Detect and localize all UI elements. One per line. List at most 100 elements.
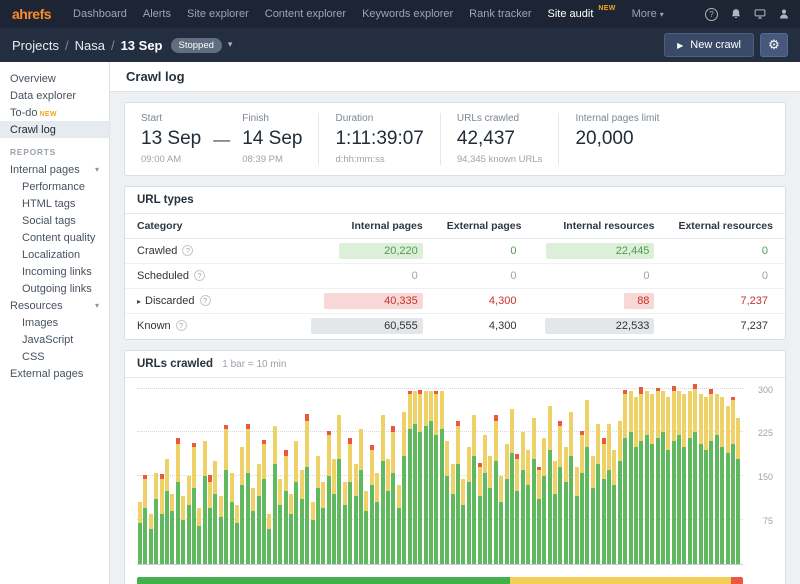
stat-sub: 08:39 PM [242, 154, 283, 165]
value-cell: 4,300 [435, 314, 534, 339]
info-icon: ? [182, 245, 194, 256]
breadcrumb-separator: / [64, 37, 69, 53]
sidebar-section-reports: REPORTS [10, 147, 56, 157]
nav-item-content-explorer[interactable]: Content explorer [257, 0, 354, 28]
nav-item-dashboard[interactable]: Dashboard [65, 0, 135, 28]
bar [509, 408, 514, 564]
sidebar-item-images[interactable]: Images [0, 314, 109, 331]
breadcrumb-nasa[interactable]: Nasa [75, 38, 105, 53]
sidebar-item-resources[interactable]: Resources ▾ [0, 297, 109, 314]
cell-value: 60,555 [310, 318, 423, 335]
settings-button[interactable]: ⚙ [760, 33, 788, 57]
nav-item-label: Site audit [547, 8, 594, 20]
bar [294, 441, 299, 564]
crawl-selector[interactable]: Projects / Nasa / 13 Sep Stopped ▾ [12, 37, 232, 53]
bar [450, 464, 455, 564]
sidebar-item-internal-pages[interactable]: Internal pages ▾ [0, 161, 109, 178]
cell-value: 0 [411, 270, 418, 282]
value-cell: 40,335 [298, 288, 435, 314]
gridline [137, 387, 743, 389]
nav-item-more[interactable]: More ▾ [624, 0, 672, 28]
nav-item-rank-tracker[interactable]: Rank tracker [461, 0, 539, 28]
bar [321, 481, 326, 564]
bar [499, 476, 504, 564]
sidebar-item-performance[interactable]: Performance [0, 178, 109, 195]
sidebar-item-to-do[interactable]: To-do NEW [0, 104, 109, 121]
info-icon: ? [199, 295, 211, 306]
value-cell: 0 [666, 238, 785, 264]
bar [606, 423, 611, 564]
projectbar-actions: ▶ New crawl ⚙ [664, 33, 788, 57]
sidebar-item-crawl-log[interactable]: Crawl log [0, 121, 109, 138]
cell-value: 0 [761, 270, 768, 282]
bar [159, 474, 164, 564]
breadcrumb-projects[interactable]: Projects [12, 38, 59, 53]
url-types-title: URL types [137, 194, 194, 206]
sidebar-item-javascript[interactable]: JavaScript [0, 331, 109, 348]
sidebar-item-label: To-do [10, 106, 38, 119]
chevron-down-icon: ▾ [659, 9, 664, 19]
page-title: Crawl log [126, 69, 185, 84]
nav-item-keywords-explorer[interactable]: Keywords explorer [354, 0, 461, 28]
nav-item-label: Alerts [142, 8, 171, 20]
sidebar-item-label: Localization [22, 248, 81, 261]
cell-value: 7,237 [740, 320, 768, 333]
bell-icon[interactable] [730, 8, 742, 20]
bar [191, 443, 196, 564]
sidebar-item-outgoing-links[interactable]: Outgoing links [0, 280, 109, 297]
bar [536, 466, 541, 564]
sidebar-item-social-tags[interactable]: Social tags [0, 212, 109, 229]
totals-segment-3xx [509, 576, 731, 584]
stat-sub [575, 154, 659, 165]
bar [385, 458, 390, 564]
nav-item-site-explorer[interactable]: Site explorer [179, 0, 257, 28]
cell-value: 40,335 [323, 293, 423, 309]
bar [396, 484, 401, 564]
bar [138, 502, 142, 564]
stat-divider [439, 113, 441, 165]
bar [714, 394, 719, 564]
cell-value: 0 [510, 270, 517, 282]
chart-subtitle: 1 bar = 10 min [222, 358, 287, 370]
user-icon[interactable] [778, 8, 790, 20]
stat-value: 42,437 [456, 128, 515, 149]
sidebar-item-localization[interactable]: Localization [0, 246, 109, 263]
urls-crawled-card: URLs crawled 1 bar = 10 min 75 150 225 300 … [124, 349, 786, 584]
help-icon[interactable]: ? [705, 7, 718, 21]
chart-title: URLs crawled [137, 357, 214, 370]
bar [472, 414, 477, 564]
sidebar-item-overview[interactable]: Overview [0, 70, 109, 87]
topnav-items: Dashboard Alerts Site explorer Content expl… [65, 0, 672, 28]
value-cell: 20,220 [298, 238, 435, 264]
sidebar-item-incoming-links[interactable]: Incoming links [0, 263, 109, 280]
stat-label: Start [141, 113, 163, 124]
chevron-down-icon: ▾ [94, 165, 99, 174]
table-row-discarded[interactable]: ▸ Discarded? 40,335 4,300 88 7,237 [125, 288, 785, 314]
breadcrumb-13-sep[interactable]: 13 Sep [121, 38, 163, 53]
bar [488, 455, 493, 564]
value-cell: 0 [434, 238, 534, 264]
bar [353, 464, 358, 564]
sidebar-item-content-quality[interactable]: Content quality [0, 229, 109, 246]
ahrefs-logo[interactable]: ahrefs [12, 6, 52, 22]
bar [623, 389, 628, 564]
chevron-right-icon: ▸ [137, 297, 142, 306]
bar [677, 391, 682, 564]
cell-value: 0 [643, 270, 650, 282]
stat-group: Start 13 Sep 09:00 AM — Finish 14 Sep 08:39 PM [141, 113, 302, 165]
sidebar-item-external-pages[interactable]: External pages [0, 365, 109, 382]
stat-label: Finish [242, 113, 269, 124]
new-crawl-button[interactable]: ▶ New crawl [664, 33, 754, 57]
bar [213, 461, 218, 564]
nav-item-site-audit[interactable]: Site audit NEW [540, 0, 624, 28]
app-root: ahrefs Dashboard Alerts Site explorer Conte… [0, 0, 800, 584]
stat-start: Start 13 Sep 09:00 AM [141, 113, 201, 165]
nav-item-alerts[interactable]: Alerts [135, 0, 179, 28]
desktop-icon[interactable] [754, 8, 766, 20]
sidebar-item-css[interactable]: CSS [0, 348, 109, 365]
chart-area: 75 150 225 300 [137, 384, 773, 565]
column-header-internal-pages: Internal pages [298, 214, 435, 239]
sidebar-item-data-explorer[interactable]: Data explorer [0, 87, 109, 104]
bar [563, 446, 568, 564]
sidebar-item-html-tags[interactable]: HTML tags [0, 195, 109, 212]
